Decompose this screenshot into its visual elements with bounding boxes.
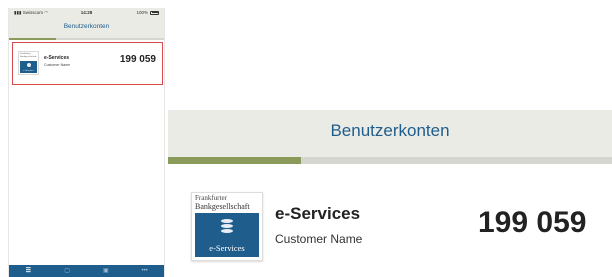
logo-large-product-label: e-Services	[209, 243, 245, 253]
zoom-progress-bar	[168, 157, 612, 164]
tab-overview[interactable]: ▣	[98, 265, 114, 277]
list-icon: ☰	[25, 268, 32, 274]
logo-product-label: e-Services	[23, 69, 34, 72]
tab-documents[interactable]: ▢	[59, 265, 75, 277]
account-number-large: 199 059	[478, 206, 587, 239]
bank-logo-text: Frankfurter Bankgesellschaft	[20, 52, 37, 58]
phone-header: ▮▮▮ Swisscom ◠ 14:28 100% Benutzerkonten	[9, 8, 164, 38]
phone-screen: ▮▮▮ Swisscom ◠ 14:28 100% Benutzerkonten…	[8, 8, 165, 277]
account-number: 199 059	[119, 54, 156, 65]
database-icon	[26, 63, 31, 67]
bank-logo: Frankfurter Bankgesellschaft e-Services	[18, 51, 39, 75]
logo-blue-panel: e-Services	[20, 61, 37, 73]
account-customer-name-large: Customer Name	[275, 232, 363, 246]
zoom-progress-fill	[168, 157, 302, 164]
bank-logo-large: Frankfurter Bankgesellschaft e-Services	[191, 192, 263, 261]
database-icon	[221, 219, 233, 234]
battery-icon	[150, 10, 159, 15]
account-service-name: e-Services	[44, 55, 70, 61]
account-card-selected[interactable]: Frankfurter Bankgesellschaft e-Services e…	[12, 42, 163, 85]
phone-progress-fill	[9, 38, 56, 40]
account-service-name-large[interactable]: e-Services	[275, 204, 360, 224]
tab-accounts[interactable]: ☰	[20, 265, 36, 277]
tab-bar: ☰ ▢ ▣ •••	[9, 265, 164, 277]
bank-logo-large-text: Frankfurter Bankgesellschaft	[195, 194, 250, 211]
tab-more[interactable]: •••	[137, 265, 153, 277]
document-icon: ▢	[64, 268, 70, 274]
grid-icon: ▣	[103, 268, 109, 274]
phone-page-title: Benutzerkonten	[63, 23, 110, 30]
logo-large-blue-panel: e-Services	[195, 213, 259, 257]
zoom-header: Benutzerkonten	[168, 110, 612, 157]
more-icon: •••	[141, 268, 148, 274]
battery-percent: 100%	[136, 10, 148, 15]
phone-progress-bar	[9, 38, 164, 40]
account-customer-name: Customer Name	[44, 63, 71, 67]
status-bar: ▮▮▮ Swisscom ◠ 14:28 100%	[9, 10, 164, 19]
page-title: Benutzerkonten	[330, 121, 450, 140]
battery-indicator: 100%	[136, 10, 159, 15]
